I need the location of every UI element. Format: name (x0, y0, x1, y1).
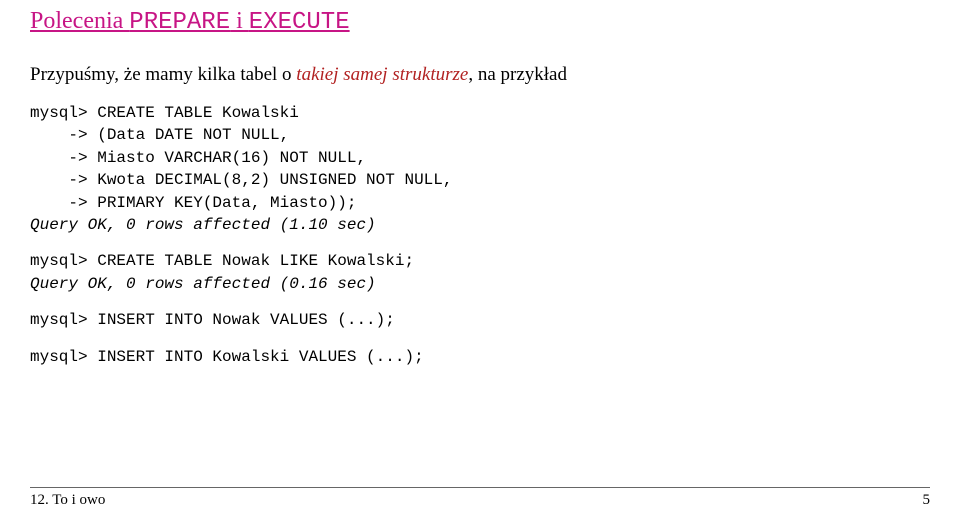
code-line: mysql> CREATE TABLE Nowak LIKE Kowalski; (30, 252, 414, 270)
code-line: mysql> CREATE TABLE Kowalski (30, 104, 299, 122)
code-line-italic: Query OK, 0 rows affected (1.10 sec) (30, 216, 376, 234)
heading-text-1: Polecenia (30, 8, 129, 34)
code-block-4: mysql> INSERT INTO Kowalski VALUES (...)… (30, 346, 930, 368)
code-block-3: mysql> INSERT INTO Nowak VALUES (...); (30, 309, 930, 331)
code-block-1: mysql> CREATE TABLE Kowalski -> (Data DA… (30, 102, 930, 236)
code-block-2: mysql> CREATE TABLE Nowak LIKE Kowalski;… (30, 250, 930, 295)
footer-row: 12. To i owo 5 (30, 492, 930, 509)
code-line: -> PRIMARY KEY(Data, Miasto)); (30, 194, 356, 212)
heading-text-2: i (230, 8, 249, 34)
code-line-italic: Query OK, 0 rows affected (0.16 sec) (30, 275, 376, 293)
heading-mono-1: PREPARE (129, 9, 230, 36)
footer-left: 12. To i owo (30, 492, 105, 509)
intro-italic: takiej samej strukturze (296, 64, 468, 85)
heading-mono-2: EXECUTE (249, 9, 350, 36)
footer-page-number: 5 (923, 492, 931, 509)
footer-divider (30, 487, 930, 488)
intro-text-1: Przypuśmy, że mamy kilka tabel o (30, 64, 296, 85)
code-line: -> (Data DATE NOT NULL, (30, 126, 289, 144)
slide-heading: Polecenia PREPARE i EXECUTE (30, 8, 930, 36)
code-line: mysql> INSERT INTO Kowalski VALUES (...)… (30, 348, 424, 366)
slide-footer: 12. To i owo 5 (30, 487, 930, 509)
intro-text-2: , na przykład (468, 64, 567, 85)
code-line: -> Miasto VARCHAR(16) NOT NULL, (30, 149, 366, 167)
intro-paragraph: Przypuśmy, że mamy kilka tabel o takiej … (30, 64, 930, 86)
code-line: mysql> INSERT INTO Nowak VALUES (...); (30, 311, 395, 329)
code-line: -> Kwota DECIMAL(8,2) UNSIGNED NOT NULL, (30, 171, 452, 189)
